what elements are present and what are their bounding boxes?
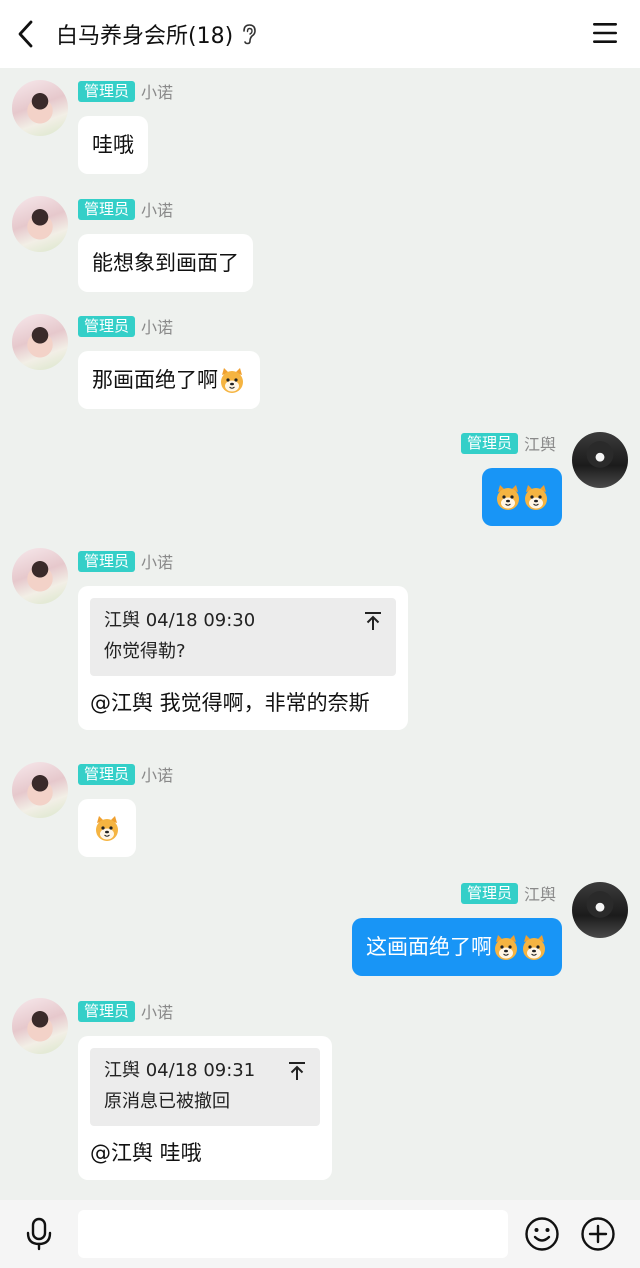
sender-line: 管理员 江舆 [460,432,556,454]
sender-line: 管理员 小诺 [78,80,173,102]
quote-author-time: 江舆 04/18 09:30 [104,610,256,631]
message-input[interactable] [78,1210,508,1258]
avatar[interactable] [12,314,68,370]
sender-line: 管理员 小诺 [78,198,173,220]
back-button[interactable] [0,0,52,68]
avatar[interactable] [12,80,68,136]
message-bubble[interactable]: 江舆 04/18 09:30 你觉得勒? @江舆 我觉得啊，非常的奈斯 [78,586,408,730]
message-text: @江舆 哇哦 [90,1141,202,1165]
jump-to-top-icon[interactable] [288,1061,306,1081]
sender-name: 小诺 [141,318,174,337]
admin-badge: 管理员 [460,882,518,904]
sender-line: 管理员 小诺 [78,550,173,572]
sender-name: 小诺 [141,766,174,785]
sender-name: 小诺 [141,553,174,572]
message-bubble[interactable] [482,468,562,526]
dog-emoji-icon [520,934,548,962]
quote-text: 你觉得勒? [104,641,186,662]
message-bubble[interactable]: 江舆 04/18 09:31 原消息已被撤回 @江舆 哇哦 [78,1036,332,1180]
dog-emoji-icon [494,484,522,512]
message-text: 哇哦 [92,133,134,157]
quote-author-time: 江舆 04/18 09:31 [104,1060,256,1081]
admin-badge: 管理员 [78,198,136,220]
more-button[interactable] [580,1216,616,1252]
message-text: 那画面绝了啊 [92,368,218,392]
sender-name: 小诺 [141,83,174,102]
sender-line: 管理员 小诺 [78,1000,173,1022]
voice-button[interactable] [22,1217,56,1251]
dog-emoji-icon [93,815,121,843]
input-bar [0,1200,640,1268]
smiley-icon [525,1217,559,1251]
avatar[interactable] [12,548,68,604]
plus-circle-icon [581,1217,615,1251]
avatar[interactable] [572,882,628,938]
sender-line: 管理员 小诺 [78,763,173,785]
dog-emoji-icon [492,934,520,962]
avatar[interactable] [12,998,68,1054]
message-bubble[interactable] [78,799,136,857]
chat-title: 白马养身会所(18) [56,24,234,49]
quote-text: 原消息已被撤回 [104,1091,230,1112]
admin-badge: 管理员 [78,550,136,572]
admin-badge: 管理员 [78,315,136,337]
quoted-message[interactable]: 江舆 04/18 09:31 原消息已被撤回 [90,1048,320,1126]
microphone-icon [26,1217,52,1251]
sender-name: 小诺 [141,1003,174,1022]
message-bubble[interactable]: 哇哦 [78,116,148,174]
sender-line: 管理员 江舆 [460,882,556,904]
message-text: 能想象到画面了 [92,251,239,275]
chevron-left-icon [18,20,33,48]
sender-name: 江舆 [523,885,556,904]
sender-name: 小诺 [141,201,174,220]
avatar[interactable] [12,762,68,818]
ear-icon [241,23,257,45]
message-bubble[interactable]: 能想象到画面了 [78,234,253,292]
avatar[interactable] [12,196,68,252]
message-text: @江舆 我觉得啊，非常的奈斯 [90,691,370,715]
admin-badge: 管理员 [460,432,518,454]
chat-header: 白马养身会所(18) [0,0,640,68]
message-bubble[interactable]: 这画面绝了啊 [352,918,562,976]
admin-badge: 管理员 [78,763,136,785]
menu-button[interactable] [592,20,618,46]
sender-line: 管理员 小诺 [78,315,173,337]
message-bubble[interactable]: 那画面绝了啊 [78,351,260,409]
emoji-button[interactable] [524,1216,560,1252]
menu-icon [593,23,617,43]
quoted-message[interactable]: 江舆 04/18 09:30 你觉得勒? [90,598,396,676]
dog-emoji-icon [522,484,550,512]
admin-badge: 管理员 [78,80,136,102]
admin-badge: 管理员 [78,1000,136,1022]
message-text: 这画面绝了啊 [366,935,492,959]
jump-to-top-icon[interactable] [364,611,382,631]
avatar[interactable] [572,432,628,488]
sender-name: 江舆 [523,435,556,454]
dog-emoji-icon [218,367,246,395]
